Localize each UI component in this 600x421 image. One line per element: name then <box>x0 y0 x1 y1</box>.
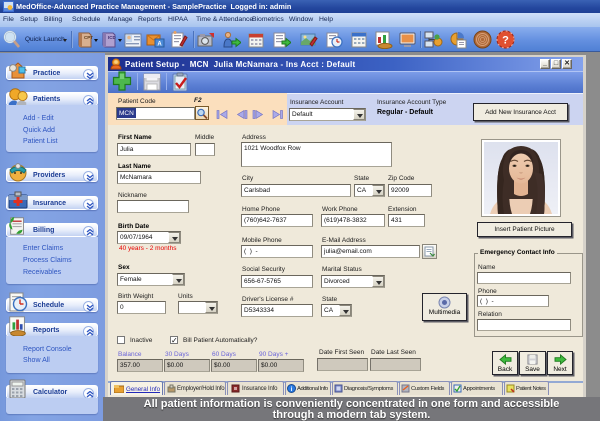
svg-text:?: ? <box>502 35 509 47</box>
svg-text:ICD: ICD <box>108 35 117 40</box>
svg-text:CPT: CPT <box>84 35 93 40</box>
svg-text:A: A <box>157 42 162 48</box>
